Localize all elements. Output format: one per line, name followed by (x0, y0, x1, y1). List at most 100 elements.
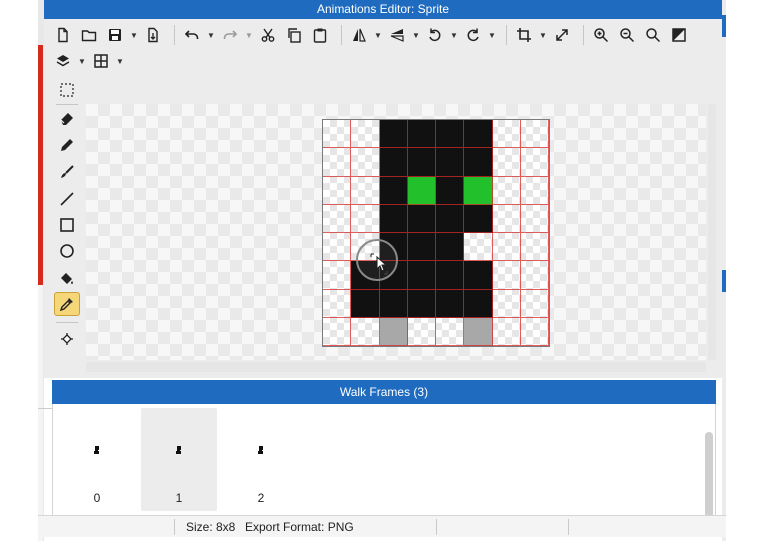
rotate-left-icon[interactable] (424, 24, 446, 46)
grid-dropdown-arrow[interactable]: ▼ (116, 57, 124, 66)
fill-tool-icon[interactable] (54, 266, 80, 290)
sprite-pixel[interactable] (492, 120, 521, 149)
flip-vertical-icon[interactable] (386, 24, 408, 46)
sprite-pixel[interactable] (323, 120, 352, 149)
sprite-pixel[interactable] (492, 261, 521, 290)
canvas-horizontal-scrollbar[interactable] (86, 362, 706, 372)
rotate-right-icon[interactable] (462, 24, 484, 46)
canvas-vertical-scrollbar[interactable] (708, 104, 716, 360)
zoom-reset-icon[interactable] (642, 24, 664, 46)
sprite-pixel[interactable] (407, 289, 436, 318)
sprite-pixel[interactable] (351, 148, 380, 177)
resize-icon[interactable] (551, 24, 573, 46)
sprite-pixel[interactable] (323, 176, 352, 205)
sprite-pixel[interactable] (323, 233, 352, 262)
sprite-pixel[interactable] (407, 317, 436, 346)
grid-icon[interactable] (90, 50, 112, 72)
anchor-tool-icon[interactable] (54, 327, 80, 351)
sprite-pixel[interactable] (492, 317, 521, 346)
sprite-pixel[interactable] (436, 176, 465, 205)
sprite-pixel[interactable] (520, 261, 549, 290)
sprite-pixel[interactable] (436, 261, 465, 290)
save-icon[interactable] (104, 24, 126, 46)
sprite-pixel[interactable] (464, 233, 493, 262)
flip-horizontal-dropdown-arrow[interactable]: ▼ (374, 31, 382, 40)
select-tool-icon[interactable] (54, 78, 80, 102)
sprite-pixel[interactable] (407, 233, 436, 262)
line-tool-icon[interactable] (54, 187, 80, 211)
cut-icon[interactable] (257, 24, 279, 46)
sprite-pixel[interactable] (520, 317, 549, 346)
sprite-pixel[interactable] (379, 148, 408, 177)
frame-item-1[interactable]: 1 (141, 408, 217, 511)
export-icon[interactable] (142, 24, 164, 46)
sprite-pixel[interactable] (436, 289, 465, 318)
crop-dropdown-arrow[interactable]: ▼ (539, 31, 547, 40)
eraser-tool-icon[interactable] (54, 106, 80, 130)
sprite-pixel[interactable] (520, 233, 549, 262)
sprite-pixel[interactable] (464, 120, 493, 149)
sprite-pixel[interactable] (351, 289, 380, 318)
pencil-tool-icon[interactable] (54, 133, 80, 157)
sprite-pixel[interactable] (379, 176, 408, 205)
sprite-pixel[interactable] (464, 176, 493, 205)
crop-icon[interactable] (513, 24, 535, 46)
sprite-pixel[interactable] (436, 148, 465, 177)
flip-vertical-dropdown-arrow[interactable]: ▼ (412, 31, 420, 40)
sprite-pixel[interactable] (464, 289, 493, 318)
layers-icon[interactable] (52, 50, 74, 72)
sprite-pixel[interactable] (436, 317, 465, 346)
open-folder-icon[interactable] (78, 24, 100, 46)
sprite-pixel[interactable] (492, 148, 521, 177)
zoom-in-icon[interactable] (590, 24, 612, 46)
rotate-left-dropdown-arrow[interactable]: ▼ (450, 31, 458, 40)
undo-icon[interactable] (181, 24, 203, 46)
sprite-pixel[interactable] (436, 120, 465, 149)
sprite-pixel[interactable] (323, 148, 352, 177)
sprite-pixel[interactable] (464, 148, 493, 177)
sprite-pixel[interactable] (323, 204, 352, 233)
rotate-right-dropdown-arrow[interactable]: ▼ (488, 31, 496, 40)
canvas-area[interactable] (86, 104, 706, 360)
sprite-pixel[interactable] (492, 289, 521, 318)
ellipse-tool-icon[interactable] (54, 239, 80, 263)
sprite-pixel[interactable] (323, 261, 352, 290)
sprite-pixel[interactable] (464, 317, 493, 346)
sprite-pixel[interactable] (351, 204, 380, 233)
sprite-pixel[interactable] (520, 176, 549, 205)
sprite-pixel[interactable] (436, 233, 465, 262)
sprite-canvas[interactable] (322, 119, 550, 347)
sprite-pixel[interactable] (520, 289, 549, 318)
brush-tool-icon[interactable] (54, 160, 80, 184)
paste-icon[interactable] (309, 24, 331, 46)
flip-horizontal-icon[interactable] (348, 24, 370, 46)
sprite-pixel[interactable] (379, 289, 408, 318)
sprite-pixel[interactable] (379, 204, 408, 233)
sprite-pixel[interactable] (407, 204, 436, 233)
sprite-pixel[interactable] (520, 204, 549, 233)
sprite-pixel[interactable] (379, 120, 408, 149)
sprite-pixel[interactable] (407, 261, 436, 290)
sprite-pixel[interactable] (464, 204, 493, 233)
sprite-pixel[interactable] (520, 120, 549, 149)
sprite-pixel[interactable] (323, 317, 352, 346)
sprite-pixel[interactable] (407, 148, 436, 177)
sprite-pixel[interactable] (323, 289, 352, 318)
rectangle-tool-icon[interactable] (54, 213, 80, 237)
sprite-pixel[interactable] (351, 317, 380, 346)
eyedropper-tool-icon[interactable] (54, 292, 80, 316)
redo-dropdown-arrow[interactable]: ▼ (245, 31, 253, 40)
sprite-pixel[interactable] (492, 204, 521, 233)
sprite-pixel[interactable] (351, 120, 380, 149)
copy-icon[interactable] (283, 24, 305, 46)
layers-dropdown-arrow[interactable]: ▼ (78, 57, 86, 66)
invert-colors-icon[interactable] (668, 24, 690, 46)
sprite-pixel[interactable] (464, 261, 493, 290)
sprite-pixel[interactable] (351, 176, 380, 205)
undo-dropdown-arrow[interactable]: ▼ (207, 31, 215, 40)
new-file-icon[interactable] (52, 24, 74, 46)
zoom-out-icon[interactable] (616, 24, 638, 46)
sprite-pixel[interactable] (436, 204, 465, 233)
sprite-pixel[interactable] (379, 317, 408, 346)
sprite-pixel[interactable] (520, 148, 549, 177)
